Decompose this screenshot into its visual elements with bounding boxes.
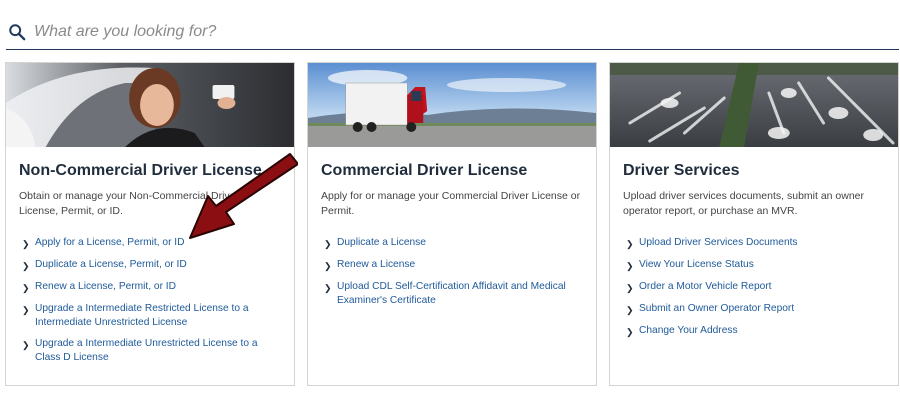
link-upload-driver-docs[interactable]: Upload Driver Services Documents: [639, 236, 798, 250]
chevron-right-icon: ❯: [324, 283, 332, 293]
card-description: Apply for or manage your Commercial Driv…: [321, 190, 581, 217]
card-image-truck: [308, 63, 596, 147]
chevron-right-icon: ❯: [626, 283, 634, 293]
link-item[interactable]: ❯ Upgrade a Intermediate Restricted Licen…: [19, 302, 281, 330]
chevron-right-icon: ❯: [324, 261, 332, 271]
card-commercial-driver-license: Commercial Driver License Apply for or m…: [307, 62, 597, 386]
link-apply-license[interactable]: Apply for a License, Permit, or ID: [35, 236, 184, 250]
link-item[interactable]: ❯ Duplicate a License: [321, 236, 583, 251]
chevron-right-icon: ❯: [626, 327, 634, 337]
link-item[interactable]: ❯ Upload CDL Self-Certification Affidavit…: [321, 280, 583, 308]
chevron-right-icon: ❯: [22, 305, 30, 315]
chevron-right-icon: ❯: [626, 261, 634, 271]
link-upgrade-unrestricted[interactable]: Upgrade a Intermediate Unrestricted Lice…: [35, 337, 281, 365]
card-driver-services: Driver Services Upload driver services d…: [609, 62, 899, 386]
link-item[interactable]: ❯ Renew a License, Permit, or ID: [19, 280, 281, 295]
link-item[interactable]: ❯ Submit an Owner Operator Report: [623, 302, 885, 317]
chevron-right-icon: ❯: [22, 261, 30, 271]
chevron-right-icon: ❯: [22, 340, 30, 350]
chevron-right-icon: ❯: [626, 305, 634, 315]
search-icon[interactable]: [8, 23, 26, 41]
link-renew-license[interactable]: Renew a License, Permit, or ID: [35, 280, 176, 294]
chevron-right-icon: ❯: [626, 239, 634, 249]
link-item[interactable]: ❯ Order a Motor Vehicle Report: [623, 280, 885, 295]
card-link-list: ❯ Apply for a License, Permit, or ID ❯ Dup…: [19, 236, 281, 365]
chevron-right-icon: ❯: [22, 239, 30, 249]
card-description: Obtain or manage your Non-Commercial Dri…: [19, 190, 239, 217]
chevron-right-icon: ❯: [324, 239, 332, 249]
card-image-highway-traffic: [610, 63, 898, 147]
link-item[interactable]: ❯ Duplicate a License, Permit, or ID: [19, 258, 281, 273]
search-bar[interactable]: [6, 14, 899, 50]
chevron-right-icon: ❯: [22, 283, 30, 293]
link-renew-cdl[interactable]: Renew a License: [337, 258, 415, 272]
search-input[interactable]: [34, 22, 634, 41]
link-upload-cdl-affidavit[interactable]: Upload CDL Self-Certification Affidavit …: [337, 280, 583, 308]
link-change-address[interactable]: Change Your Address: [639, 324, 738, 338]
card-title: Commercial Driver License: [321, 162, 528, 179]
card-link-list: ❯ Duplicate a License ❯ Renew a License ❯ U…: [321, 236, 583, 308]
card-title: Non-Commercial Driver License: [19, 162, 262, 179]
link-view-license-status[interactable]: View Your License Status: [639, 258, 754, 272]
link-item[interactable]: ❯ Change Your Address: [623, 324, 885, 339]
link-owner-operator-report[interactable]: Submit an Owner Operator Report: [639, 302, 794, 316]
link-order-mvr[interactable]: Order a Motor Vehicle Report: [639, 280, 772, 294]
card-image-woman-in-car: [6, 63, 294, 147]
card-description: Upload driver services documents, submit…: [623, 190, 865, 217]
card-non-commercial-driver-license: Non-Commercial Driver License Obtain or …: [5, 62, 295, 386]
link-item[interactable]: ❯ View Your License Status: [623, 258, 885, 273]
link-item[interactable]: ❯ Upload Driver Services Documents: [623, 236, 885, 251]
card-title: Driver Services: [623, 162, 740, 179]
link-item[interactable]: ❯ Renew a License: [321, 258, 583, 273]
link-duplicate-cdl[interactable]: Duplicate a License: [337, 236, 426, 250]
link-item[interactable]: ❯ Apply for a License, Permit, or ID: [19, 236, 281, 251]
link-item[interactable]: ❯ Upgrade a Intermediate Unrestricted Lic…: [19, 337, 281, 365]
card-link-list: ❯ Upload Driver Services Documents ❯ View …: [623, 236, 885, 339]
link-upgrade-restricted[interactable]: Upgrade a Intermediate Restricted Licens…: [35, 302, 281, 330]
link-duplicate-license[interactable]: Duplicate a License, Permit, or ID: [35, 258, 187, 272]
